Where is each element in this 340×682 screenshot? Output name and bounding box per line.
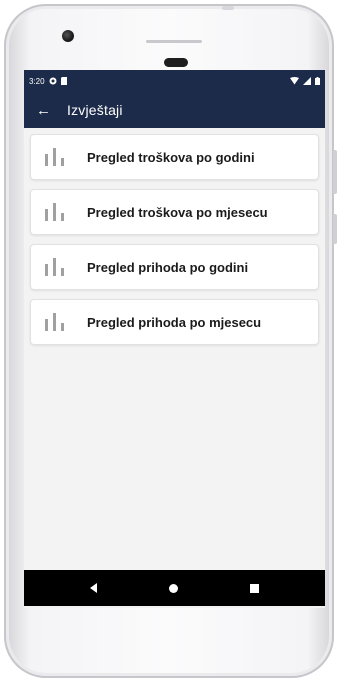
report-item-label: Pregled prihoda po godini bbox=[87, 259, 249, 275]
power-button bbox=[333, 214, 337, 244]
volume-button bbox=[333, 150, 337, 194]
back-arrow-icon[interactable]: ← bbox=[36, 103, 51, 118]
bar-chart-icon bbox=[45, 313, 64, 331]
page-title: Izvještaji bbox=[67, 102, 123, 118]
android-nav-bar bbox=[24, 570, 325, 606]
front-camera bbox=[62, 30, 74, 42]
report-item-expenses-by-month[interactable]: Pregled troškova po mjesecu bbox=[30, 189, 319, 235]
nav-recents-icon[interactable] bbox=[250, 583, 259, 593]
earpiece bbox=[164, 58, 188, 67]
report-item-income-by-month[interactable]: Pregled prihoda po mjesecu bbox=[30, 299, 319, 345]
status-time: 3:20 bbox=[29, 76, 45, 86]
report-item-label: Pregled prihoda po mjesecu bbox=[87, 314, 262, 330]
report-item-expenses-by-year[interactable]: Pregled troškova po godini bbox=[30, 134, 319, 180]
nav-home-icon[interactable] bbox=[169, 583, 178, 593]
report-list: Pregled troškova po godini Pregled trošk… bbox=[24, 128, 325, 345]
status-right bbox=[290, 77, 320, 85]
wifi-icon bbox=[290, 77, 299, 85]
status-bar: 3:20 bbox=[24, 70, 325, 92]
bar-chart-icon bbox=[45, 203, 64, 221]
report-item-income-by-year[interactable]: Pregled prihoda po godini bbox=[30, 244, 319, 290]
status-left: 3:20 bbox=[29, 77, 68, 86]
nav-back-icon[interactable] bbox=[90, 583, 97, 593]
app-bar: ← Izvještaji bbox=[24, 92, 325, 128]
phone-top-button bbox=[222, 6, 234, 10]
signal-icon bbox=[303, 77, 311, 85]
report-item-label: Pregled troškova po mjesecu bbox=[87, 204, 268, 220]
bar-chart-icon bbox=[45, 258, 64, 276]
sd-card-icon bbox=[60, 77, 67, 85]
notification-icon bbox=[49, 77, 57, 85]
phone-speaker-grille bbox=[146, 40, 202, 43]
battery-icon bbox=[315, 77, 320, 85]
app-screen: 3:20 ← Izvještaji Pregled troškova po go… bbox=[24, 70, 325, 608]
bar-chart-icon bbox=[45, 148, 64, 166]
report-item-label: Pregled troškova po godini bbox=[87, 149, 255, 165]
